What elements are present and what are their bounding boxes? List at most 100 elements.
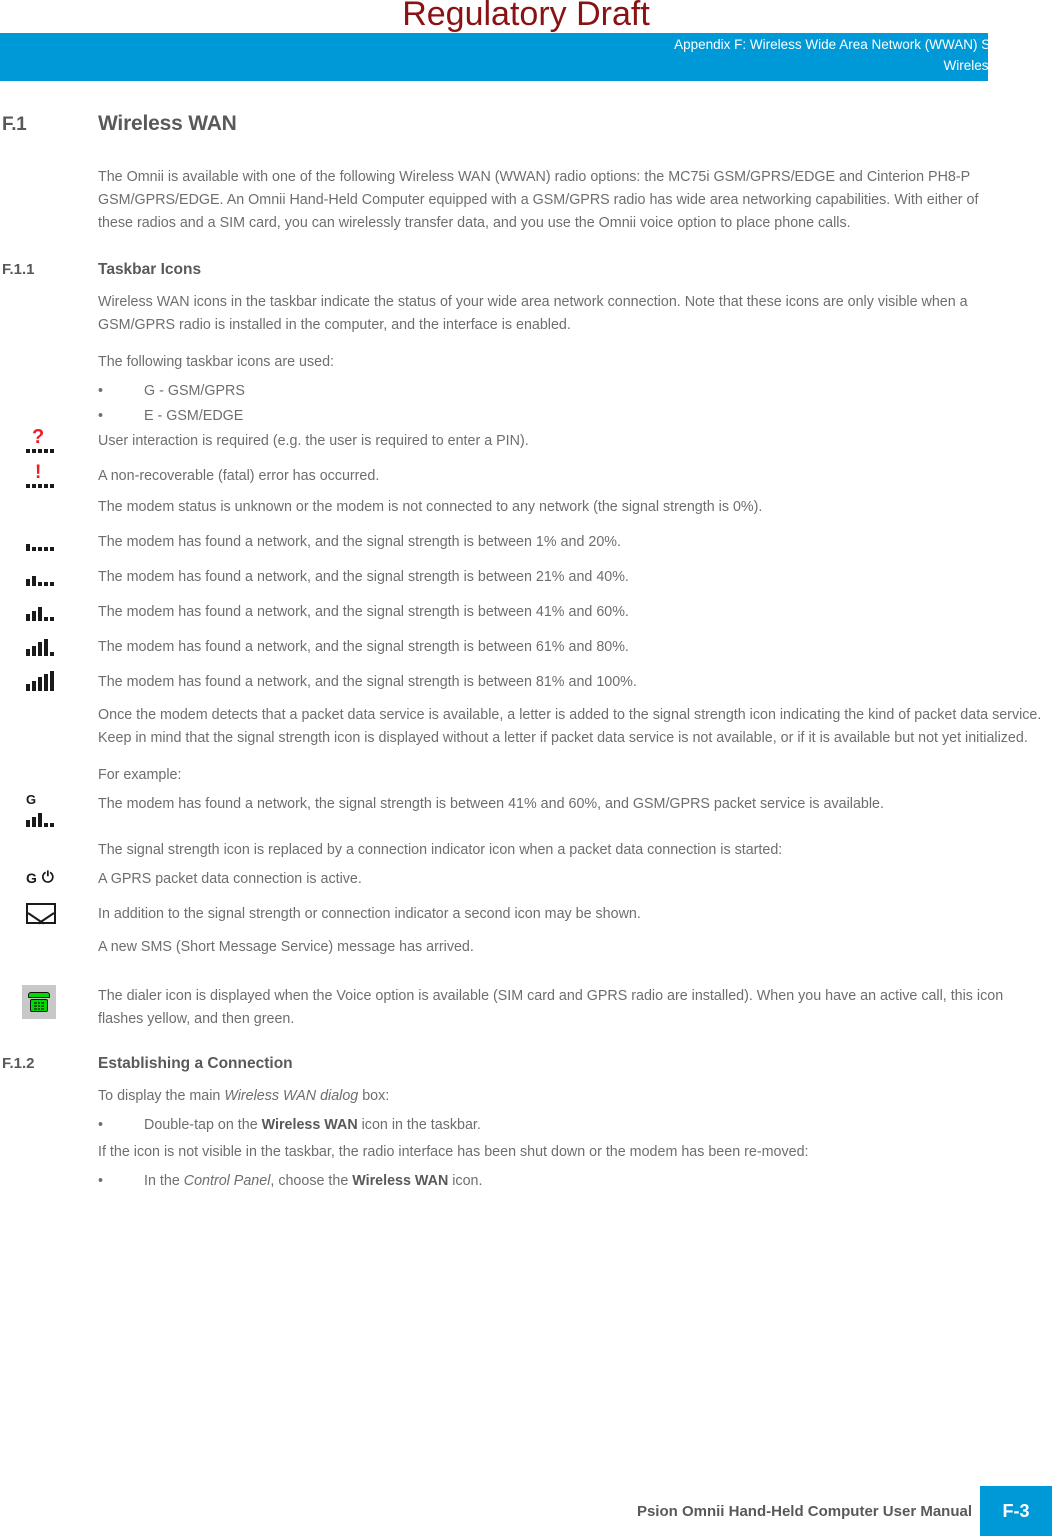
p1-suffix: box: [358,1088,390,1104]
bullet2-bold: Wireless WAN [352,1173,449,1189]
phone-keypad [34,1002,44,1010]
icon-row-label: A non-recoverable (fatal) error has occu… [98,468,380,484]
paragraph-f11-p6: A new SMS (Short Message Service) messag… [98,939,474,955]
packet-service-letter: G [26,792,37,807]
icon-row-label: The modem has found a network, the signa… [98,796,884,812]
list-item-gsm-edge: • E - GSM/EDGE [0,405,1052,428]
icon-row-label: The modem has found a network, and the s… [98,674,637,690]
bullet-label: E - GSM/EDGE [144,408,244,424]
page-content: F.1 Wireless WAN The Omnii is available … [0,112,1052,1195]
heading-f1-number: F.1 [2,114,27,135]
exclamation-mark-glyph: ! [35,462,42,483]
icon-row-label: The dialer icon is displayed when the Vo… [98,988,1004,1027]
icon-row-user-interaction: ? User interaction is required (e.g. the… [0,426,1052,453]
envelope-icon [26,903,56,924]
icon-row-signal-0: The modem status is unknown or the modem… [0,496,1052,519]
phone-shape [27,992,51,1012]
phone-handset [28,992,50,998]
heading-f12-number: F.1.2 [2,1055,35,1072]
list-item-gsm-gprs: • G - GSM/GPRS [0,380,1052,403]
bullet2-italic: Control Panel [183,1173,271,1189]
icon-cell [0,496,98,518]
signal-2-icon [26,566,54,586]
paragraph-f1-intro: The Omnii is available with one of the f… [98,169,979,231]
icon-row-signal-5: The modem has found a network, and the s… [0,671,1052,694]
heading-f11: F.1.1 Taskbar Icons [0,261,1052,279]
question-mark-glyph: ? [32,426,45,448]
paragraph-f11-p3: Once the modem detects that a packet dat… [98,707,1042,746]
regulatory-draft-watermark: Regulatory Draft [402,0,650,33]
heading-f12-title: Establishing a Connection [98,1055,293,1072]
bullet-marker: • [98,1173,104,1189]
exclamation-dots-icon: ! [26,462,56,488]
bullet-marker: • [98,408,104,424]
p1-italic: Wireless WAN dialog [224,1088,359,1104]
icon-row-label: User interaction is required (e.g. the u… [98,433,529,449]
signal-4-icon [26,636,54,656]
signal-1-icon [26,531,54,551]
header-appendix-title: Appendix F: Wireless Wide Area Network (… [674,37,1030,52]
header-section-title: Wireless WAN [943,58,1031,73]
icon-row-label: The modem has found a network, and the s… [98,569,629,585]
icon-row-fatal-error: ! A non-recoverable (fatal) error has oc… [0,462,1052,488]
signal-5-icon [26,671,54,691]
icon-row-dialer: The dialer icon is displayed when the Vo… [0,985,1052,1031]
bullet1-prefix: Double-tap on the [144,1117,262,1133]
heading-f12: F.1.2 Establishing a Connection [0,1055,1052,1073]
icon-cell: ! [0,462,98,488]
signal-3-bars [26,807,54,827]
icon-cell [0,531,98,553]
page-header-text: Appendix F: Wireless Wide Area Network (… [90,34,1030,76]
heading-f11-title: Taskbar Icons [98,261,202,278]
icon-cell [0,601,98,623]
icon-row-label: The modem has found a network, and the s… [98,604,629,620]
paragraph-f11-p5: The signal strength icon is replaced by … [98,842,783,858]
icon-cell [0,566,98,588]
p1-prefix: To display the main [98,1088,225,1104]
icon-cell [0,636,98,658]
icon-cell [0,671,98,693]
paragraph-f12-p2: If the icon is not visible in the taskba… [98,1144,809,1160]
icon-row-label: The modem has found a network, and the s… [98,639,629,655]
bullet-label: Double-tap on the Wireless WAN icon in t… [144,1114,1052,1137]
bullet-marker: • [98,1117,104,1133]
icon-cell [0,985,98,1019]
icon-row-gsm-gprs-signal: G The modem has found a network, the sig… [0,793,1052,827]
icon-cell [0,903,98,925]
icon-row-sms-envelope: In addition to the signal strength or co… [0,903,1052,926]
icon-cell: ? [0,426,98,453]
page-footer: Psion Omnii Hand-Held Computer User Manu… [0,1478,1052,1536]
heading-f1-title: Wireless WAN [98,112,237,135]
signal-3-icon [26,601,54,621]
icon-row-signal-2: The modem has found a network, and the s… [0,566,1052,589]
bullet1-bold: Wireless WAN [261,1117,358,1133]
paragraph-f11-p4: For example: [98,767,182,783]
gprs-letter: G [26,870,37,886]
bullet-label: In the Control Panel, choose the Wireles… [144,1170,1052,1193]
phone-base [30,999,48,1012]
paragraph-f11-p1: Wireless WAN icons in the taskbar indica… [98,294,968,333]
dialer-phone-icon [22,985,56,1019]
gsm-gprs-signal-icon: G [26,793,54,827]
gprs-active-icon: G ⏻ [26,868,54,888]
footer-page-number: F-3 [980,1486,1052,1536]
list-item-control-panel: • In the Control Panel, choose the Wirel… [0,1170,1052,1193]
icon-row-label: The modem status is unknown or the modem… [98,499,763,515]
bullet2-mid: , choose the [270,1173,353,1189]
dot-row [26,449,54,453]
bullet2-prefix: In the [144,1173,184,1189]
bullet2-suffix: icon. [448,1173,483,1189]
icon-row-signal-3: The modem has found a network, and the s… [0,601,1052,624]
icon-cell: G ⏻ [0,868,98,890]
icon-row-label: The modem has found a network, and the s… [98,534,621,550]
list-item-double-tap: • Double-tap on the Wireless WAN icon in… [0,1114,1052,1137]
icon-row-label: A GPRS packet data connection is active. [98,871,362,887]
question-dots-icon: ? [26,426,56,453]
icon-row-label: In addition to the signal strength or co… [98,906,641,922]
bullet-label: G - GSM/GPRS [144,383,245,399]
bullet-marker: • [98,383,104,399]
icon-row-gprs-active: G ⏻ A GPRS packet data connection is act… [0,868,1052,891]
footer-manual-title: Psion Omnii Hand-Held Computer User Manu… [636,1503,972,1520]
bullet1-suffix: icon in the taskbar. [357,1117,481,1133]
icon-row-signal-4: The modem has found a network, and the s… [0,636,1052,659]
